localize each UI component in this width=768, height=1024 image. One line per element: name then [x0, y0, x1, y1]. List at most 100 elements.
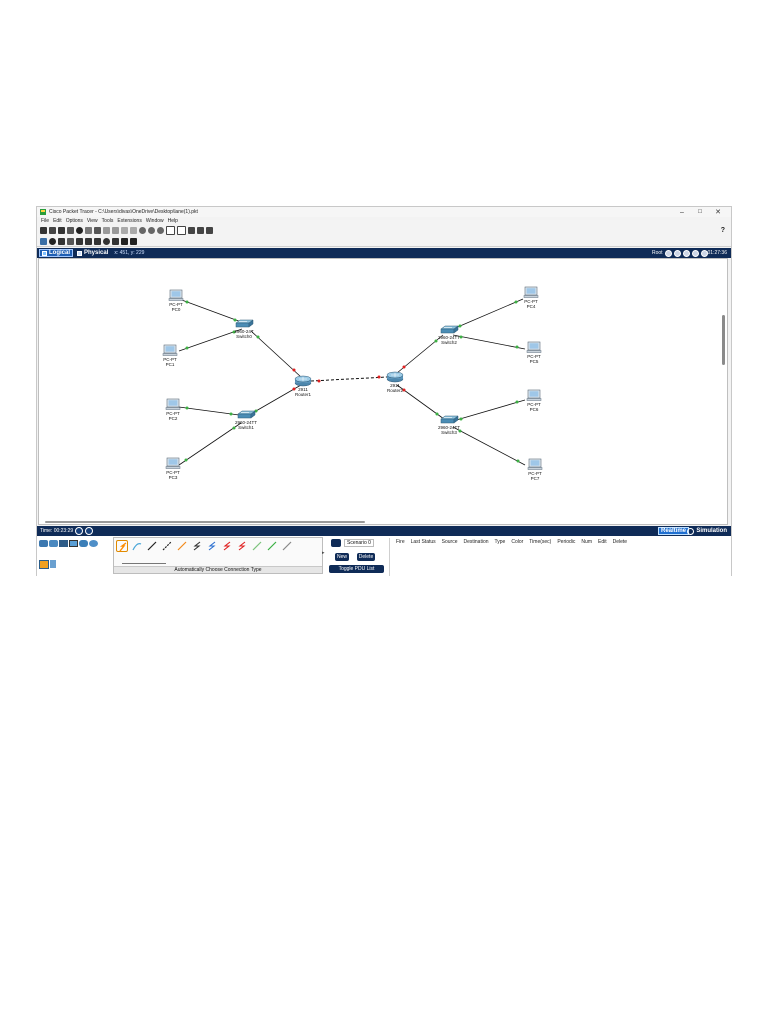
link-pc2-switch1[interactable]: [178, 406, 240, 416]
scenario-toggle-icon[interactable]: [331, 539, 341, 547]
serial-dte-icon[interactable]: [236, 540, 248, 552]
viewport-icon[interactable]: [664, 249, 672, 257]
logical-tab[interactable]: Logical: [39, 249, 74, 257]
network-info-icon[interactable]: [85, 227, 92, 234]
new-scenario-button[interactable]: New: [335, 553, 349, 561]
custom-device-icon[interactable]: [94, 227, 101, 234]
end-devices-icon[interactable]: [49, 540, 58, 547]
link-switch0-router1[interactable]: [250, 330, 302, 378]
power-cycle-icon[interactable]: [75, 527, 84, 535]
device-pc3[interactable]: PC-PT PC3: [165, 457, 181, 480]
link-pc1-switch0[interactable]: [178, 328, 243, 352]
device-pc5[interactable]: PC-PT PC5: [526, 341, 542, 364]
vertical-scrollbar[interactable]: [722, 315, 725, 365]
usb-cable-icon[interactable]: [281, 540, 293, 552]
close-button[interactable]: ✕: [709, 207, 727, 217]
scenario-select[interactable]: Scenario 0: [344, 539, 374, 547]
panel-expand-icon[interactable]: ▸: [322, 550, 325, 556]
toggle-pdu-list-button[interactable]: Toggle PDU List Window: [329, 565, 384, 580]
device-switch1[interactable]: 2960-24TT Switch1: [235, 410, 257, 430]
new-file-icon[interactable]: [40, 227, 47, 234]
maximize-button[interactable]: ☐: [691, 207, 709, 217]
device-switch0[interactable]: 2960-24T Switch0: [234, 319, 254, 339]
fast-forward-icon[interactable]: [85, 527, 94, 535]
move-object-icon[interactable]: [682, 249, 690, 257]
link-switch3-pc6[interactable]: [452, 399, 526, 422]
coaxial-cable-icon[interactable]: [206, 540, 218, 552]
menu-tools[interactable]: Tools: [102, 218, 114, 224]
connections-scrollbar[interactable]: [122, 563, 166, 564]
console-cable-icon[interactable]: [131, 540, 143, 552]
device-pc2[interactable]: PC-PT PC2: [165, 398, 181, 421]
auto-connection-icon[interactable]: [116, 540, 128, 552]
device-pc0[interactable]: PC-PT PC0: [168, 289, 184, 312]
link-switch1-router1[interactable]: [248, 384, 302, 416]
device-switch3[interactable]: 2960-24TT Switch3: [438, 415, 460, 435]
link-switch2-pc5[interactable]: [452, 334, 526, 350]
device-pc1[interactable]: PC-PT PC1: [162, 344, 178, 367]
menu-file[interactable]: File: [41, 218, 49, 224]
freeform-icon[interactable]: [112, 237, 119, 245]
zoom-reset-icon[interactable]: [148, 227, 155, 234]
device-router1[interactable]: 2911 Router1: [294, 375, 312, 397]
place-note-icon[interactable]: [76, 237, 83, 245]
misc-icon[interactable]: [79, 540, 88, 547]
menu-options[interactable]: Options: [66, 218, 83, 224]
device-router2[interactable]: 2911 Router2: [386, 371, 404, 393]
activity-wizard-icon[interactable]: [76, 227, 83, 234]
inspect-icon[interactable]: [49, 237, 56, 245]
console-icon[interactable]: [197, 227, 204, 234]
menu-window[interactable]: Window: [146, 218, 164, 224]
open-folder-icon[interactable]: [49, 227, 56, 234]
iot-custom-cable-icon[interactable]: [266, 540, 278, 552]
cluster-icon[interactable]: [188, 227, 195, 234]
resize-shape-icon[interactable]: [67, 237, 74, 245]
minimize-button[interactable]: –: [673, 207, 691, 217]
physical-tab[interactable]: Physical: [75, 249, 110, 257]
delete-scenario-button[interactable]: Delete: [357, 553, 375, 561]
components-icon[interactable]: [59, 540, 68, 547]
link-router2-switch3[interactable]: [396, 384, 445, 420]
new-cluster-icon[interactable]: [673, 249, 681, 257]
draw-rectangle-icon[interactable]: [94, 237, 101, 245]
multiuser-icon[interactable]: [89, 540, 98, 547]
link-switch3-pc7[interactable]: [452, 426, 526, 466]
redo-icon[interactable]: [130, 227, 137, 234]
phone-cable-icon[interactable]: [191, 540, 203, 552]
drawing-palette-icon[interactable]: [166, 226, 175, 235]
crossover-cable-icon[interactable]: [161, 540, 173, 552]
logical-workspace-canvas[interactable]: PC-PT PC0 PC-PT PC1 PC-PT PC2 PC-PT PC3 …: [38, 258, 728, 525]
draw-line-icon[interactable]: [85, 237, 92, 245]
delete-icon[interactable]: [58, 237, 65, 245]
link-pc0-switch0[interactable]: [178, 298, 245, 324]
device-template-icon[interactable]: [206, 227, 213, 234]
device-switch2[interactable]: 2960-24TT Switch2: [438, 325, 460, 345]
paste-icon[interactable]: [112, 227, 119, 234]
link-router2-switch2[interactable]: [396, 334, 444, 374]
menu-extensions[interactable]: Extensions: [117, 218, 141, 224]
network-devices-icon[interactable]: [39, 540, 48, 547]
menu-edit[interactable]: Edit: [53, 218, 62, 224]
structured-cabling-icon[interactable]: [50, 560, 56, 568]
save-icon[interactable]: [58, 227, 65, 234]
help-icon[interactable]: ?: [721, 227, 725, 234]
draw-ellipse-icon[interactable]: [103, 237, 110, 245]
link-switch2-pc4[interactable]: [452, 298, 524, 330]
link-pc3-switch1[interactable]: [178, 422, 242, 466]
custom-devices-dialog-icon[interactable]: [177, 226, 186, 235]
octal-cable-icon[interactable]: [251, 540, 263, 552]
print-icon[interactable]: [67, 227, 74, 234]
connections-category-icon[interactable]: [69, 540, 78, 547]
serial-dce-icon[interactable]: [221, 540, 233, 552]
connection-subtype-icon[interactable]: [39, 560, 49, 569]
zoom-in-icon[interactable]: [139, 227, 146, 234]
copy-icon[interactable]: [103, 227, 110, 234]
undo-icon[interactable]: [121, 227, 128, 234]
add-simple-pdu-icon[interactable]: [121, 237, 128, 245]
zoom-out-icon[interactable]: [157, 227, 164, 234]
set-tiled-background-icon[interactable]: [691, 249, 699, 257]
select-icon[interactable]: [40, 237, 47, 245]
device-pc4[interactable]: PC-PT PC4: [523, 286, 539, 309]
straight-through-cable-icon[interactable]: [146, 540, 158, 552]
device-pc7[interactable]: PC-PT PC7: [527, 458, 543, 481]
